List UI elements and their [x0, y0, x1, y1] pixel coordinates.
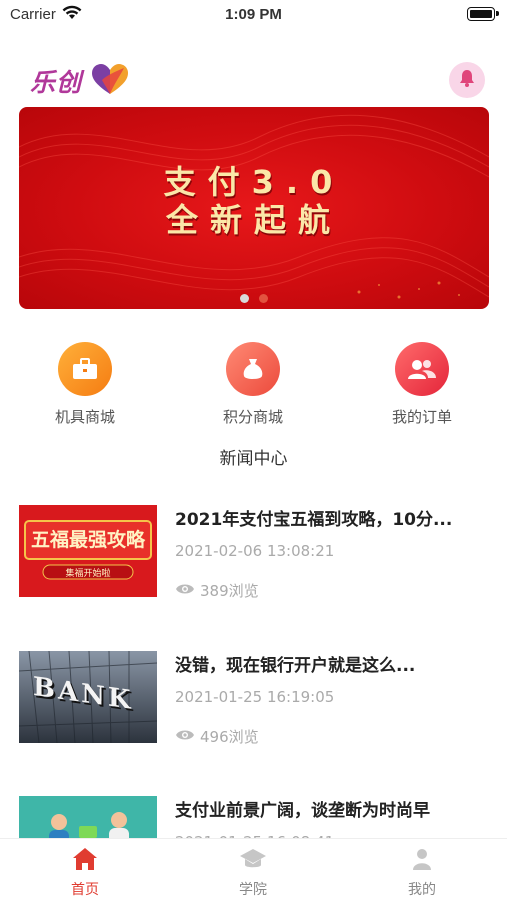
views-count: 389浏览 — [200, 582, 259, 600]
clock: 1:09 PM — [225, 6, 282, 23]
tab-label: 学院 — [239, 882, 267, 898]
eye-icon — [175, 582, 195, 600]
section-title-news: 新闻中心 — [219, 449, 288, 469]
app-logo: 乐创 — [30, 62, 130, 100]
carousel-indicator — [19, 294, 489, 303]
news-views: 389浏览 — [175, 580, 259, 601]
tab-home[interactable]: 首页 — [35, 847, 135, 899]
battery-icon — [467, 7, 499, 21]
home-icon — [72, 848, 98, 875]
notification-button[interactable] — [449, 62, 485, 98]
promo-banner[interactable]: 支付3.0 全新起航 — [19, 107, 489, 309]
quick-action-label: 积分商城 — [222, 408, 283, 426]
thumbnail-text: 五福最强攻略 — [30, 529, 145, 551]
tab-academy[interactable]: 学院 — [203, 847, 303, 899]
quick-actions: 机具商城 积分商城 我的订单 — [0, 342, 507, 432]
eye-icon — [175, 728, 195, 746]
news-date: 2021-01-25 16:19:05 — [175, 688, 335, 706]
quick-action-my-orders[interactable]: 我的订单 — [367, 342, 477, 427]
quick-action-equipment-mall[interactable]: 机具商城 — [30, 342, 140, 427]
person-icon — [410, 849, 434, 875]
news-title: 支付业前景广阔，谈垄断为时尚早 — [175, 801, 430, 821]
briefcase-icon — [58, 342, 112, 396]
status-bar: Carrier 1:09 PM — [0, 0, 507, 30]
news-title: 没错，现在银行开户就是这么... — [175, 656, 416, 676]
news-item[interactable]: BANK 没错，现在银行开户就是这么... 2021-01-25 16:19:0… — [0, 651, 507, 751]
bell-icon — [457, 68, 477, 92]
tab-label: 我的 — [408, 882, 436, 898]
carousel-dot-active[interactable] — [259, 294, 268, 303]
tab-label: 首页 — [71, 882, 99, 898]
graduation-cap-icon — [239, 849, 267, 875]
logo-text: 乐创 — [30, 68, 83, 97]
news-item[interactable]: 五福最强攻略 集福开始啦 2021年支付宝五福到攻略，10分... 2021-0… — [0, 505, 507, 605]
thumbnail-subtext: 集福开始啦 — [65, 569, 111, 579]
news-title: 2021年支付宝五福到攻略，10分... — [175, 510, 453, 530]
news-thumbnail: 五福最强攻略 集福开始啦 — [19, 505, 157, 597]
money-bag-icon — [226, 342, 280, 396]
banner-subheadline: 全新起航 — [165, 201, 342, 239]
heart-logo-icon — [90, 62, 130, 100]
quick-action-label: 机具商城 — [54, 408, 115, 426]
app-header: 乐创 — [0, 58, 507, 104]
users-icon — [395, 342, 449, 396]
carousel-dot[interactable] — [240, 294, 249, 303]
tab-profile[interactable]: 我的 — [372, 847, 472, 899]
bottom-tab-bar: 首页 学院 我的 — [0, 838, 507, 900]
news-views: 496浏览 — [175, 726, 259, 747]
quick-action-points-mall[interactable]: 积分商城 — [198, 342, 308, 427]
news-date: 2021-02-06 13:08:21 — [175, 542, 335, 560]
news-thumbnail: BANK — [19, 651, 157, 743]
views-count: 496浏览 — [200, 728, 259, 746]
quick-action-label: 我的订单 — [391, 408, 452, 426]
